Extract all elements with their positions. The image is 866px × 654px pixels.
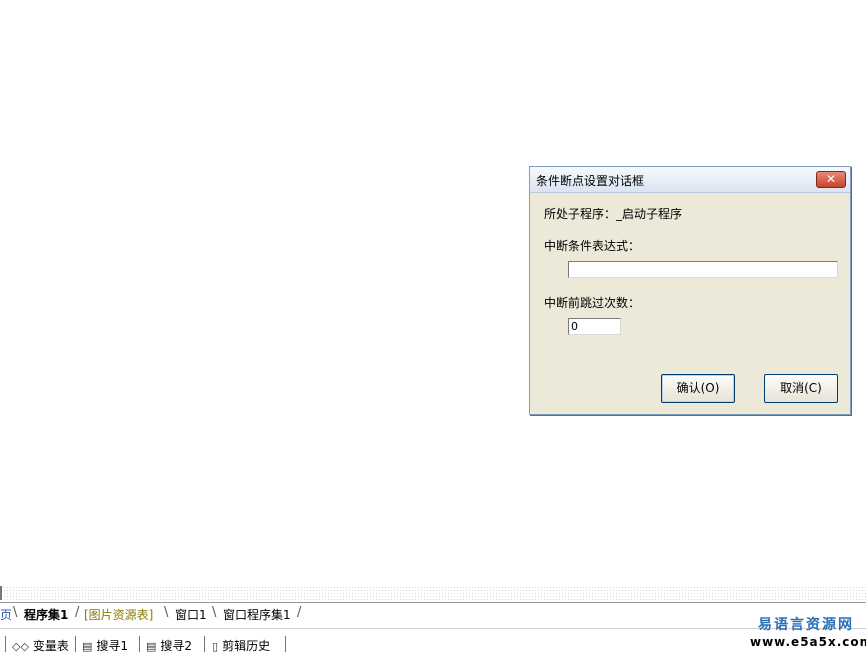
tab-page[interactable]: 页 bbox=[0, 606, 12, 623]
watermark-logo: 易语言资源网 www.e5a5x.com bbox=[750, 614, 866, 649]
close-button[interactable]: ✕ bbox=[816, 171, 846, 188]
subprogram-value: _启动子程序 bbox=[616, 207, 683, 221]
condition-label: 中断条件表达式： bbox=[544, 239, 641, 253]
search-2-button[interactable]: ▤ 搜寻2 bbox=[146, 637, 192, 654]
panel-splitter[interactable] bbox=[0, 586, 866, 602]
skip-count-input[interactable]: 0 bbox=[568, 318, 621, 335]
tab-separator: / bbox=[297, 605, 302, 620]
tab-separator: \ bbox=[164, 605, 169, 620]
tab-separator: / bbox=[75, 605, 80, 620]
search-icon: ▤ bbox=[146, 640, 157, 653]
bottom-toolbar: ◇◇ 变量表 ▤ 搜寻1 ▤ 搜寻2 ▯ 剪辑历史 bbox=[0, 628, 866, 653]
clip-history-label: 剪辑历史 bbox=[222, 639, 271, 653]
tab-window-program-set-1[interactable]: 窗口程序集1 bbox=[223, 606, 291, 623]
variables-table-label: 变量表 bbox=[32, 639, 69, 653]
ok-button[interactable]: 确认(O) bbox=[661, 374, 735, 403]
search-1-button[interactable]: ▤ 搜寻1 bbox=[82, 637, 128, 654]
tab-separator: \ bbox=[13, 605, 18, 620]
dialog-body: 所处子程序：_启动子程序 中断条件表达式： 中断前跳过次数： 0 确认(O) 取… bbox=[530, 193, 850, 414]
splitter-marker bbox=[0, 586, 2, 600]
tab-program-set-1[interactable]: 程序集1 bbox=[24, 606, 68, 623]
watermark-url: www.e5a5x.com bbox=[750, 635, 866, 649]
search-2-label: 搜寻2 bbox=[160, 639, 193, 653]
tab-separator: \ bbox=[212, 605, 217, 620]
subprogram-label: 所处子程序： bbox=[544, 207, 617, 221]
search-1-label: 搜寻1 bbox=[96, 639, 129, 653]
tab-window-1[interactable]: 窗口1 bbox=[175, 606, 207, 623]
conditional-breakpoint-dialog: 条件断点设置对话框 ✕ 所处子程序：_启动子程序 中断条件表达式： 中断前跳过次… bbox=[529, 166, 851, 415]
toolbar-separator bbox=[285, 636, 286, 652]
subprogram-row: 所处子程序：_启动子程序 bbox=[544, 205, 682, 222]
toolbar-separator bbox=[5, 636, 6, 652]
variables-icon: ◇◇ bbox=[12, 640, 29, 653]
toolbar-separator bbox=[75, 636, 76, 652]
dialog-titlebar[interactable]: 条件断点设置对话框 ✕ bbox=[530, 167, 850, 193]
dialog-title: 条件断点设置对话框 bbox=[536, 174, 645, 188]
variables-table-button[interactable]: ◇◇ 变量表 bbox=[12, 637, 69, 654]
skip-count-label: 中断前跳过次数： bbox=[544, 296, 641, 310]
clip-history-button[interactable]: ▯ 剪辑历史 bbox=[212, 637, 270, 654]
condition-expression-input[interactable] bbox=[568, 261, 838, 278]
close-icon: ✕ bbox=[825, 172, 837, 186]
toolbar-separator bbox=[139, 636, 140, 652]
cancel-button[interactable]: 取消(C) bbox=[764, 374, 838, 403]
document-tab-bar: 页 \ 程序集1 / [图片资源表] \ 窗口1 \ 窗口程序集1 / bbox=[0, 602, 866, 625]
clipboard-history-icon: ▯ bbox=[212, 640, 219, 653]
watermark-title: 易语言资源网 bbox=[758, 617, 854, 633]
toolbar-separator bbox=[204, 636, 205, 652]
search-icon: ▤ bbox=[82, 640, 93, 653]
tab-image-resources[interactable]: [图片资源表] bbox=[84, 606, 153, 623]
